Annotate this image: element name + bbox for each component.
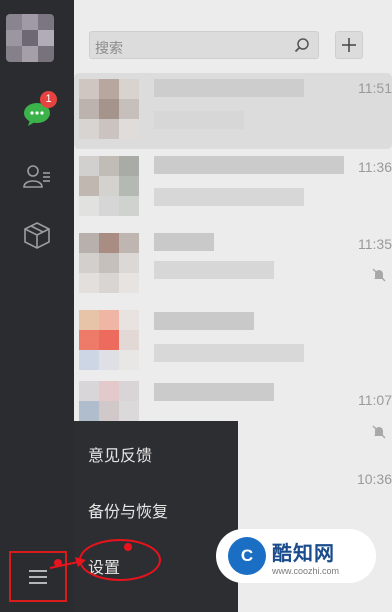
sidebar: 1 — [0, 0, 74, 612]
blurred-message — [154, 111, 244, 129]
blurred-name — [154, 312, 254, 330]
blurred-message — [154, 188, 304, 206]
blurred-message — [154, 261, 274, 279]
logo-url: www.coozhi.com — [272, 565, 340, 576]
mute-icon — [372, 268, 386, 282]
chat-time: 11:07 — [358, 392, 392, 408]
search-icon[interactable] — [294, 37, 310, 53]
watermark-logo: C 酷知网 www.coozhi.com — [216, 529, 376, 583]
plus-icon — [342, 38, 356, 52]
search-placeholder: 搜索 — [95, 40, 123, 56]
chat-row[interactable]: 11:35 — [74, 227, 392, 303]
add-button[interactable] — [335, 31, 363, 59]
chat-time: 11:51 — [358, 80, 392, 96]
blurred-name — [154, 79, 304, 97]
contact-avatar — [79, 79, 139, 139]
logo-name: 酷知网 — [272, 542, 335, 565]
chat-icon[interactable]: 1 — [21, 91, 57, 130]
settings-menu: 意见反馈 备份与恢复 设置 — [74, 421, 238, 612]
blurred-name — [154, 383, 274, 401]
annotation-dot — [124, 543, 132, 551]
chat-row[interactable]: 11:36 — [74, 150, 392, 226]
blurred-message — [154, 344, 304, 362]
search-input[interactable]: 搜索 — [89, 31, 319, 59]
contact-avatar — [79, 310, 139, 370]
mute-icon — [372, 425, 386, 439]
menu-item-feedback[interactable]: 意见反馈 — [88, 442, 152, 466]
contact-avatar — [79, 156, 139, 216]
menu-item-backup[interactable]: 备份与恢复 — [88, 498, 168, 522]
chat-row[interactable]: 11:51 — [74, 73, 392, 149]
arrow-icon — [49, 557, 86, 569]
blurred-name — [154, 233, 214, 251]
chat-row[interactable] — [74, 304, 392, 380]
chat-time: 11:35 — [358, 236, 392, 252]
menu-icon — [29, 569, 47, 584]
blurred-name — [154, 156, 344, 174]
avatar[interactable] — [6, 14, 54, 62]
settings-highlight — [79, 539, 161, 581]
unread-badge: 1 — [40, 91, 57, 108]
contact-avatar — [79, 233, 139, 293]
favorites-icon[interactable] — [21, 219, 53, 251]
chat-time: 11:36 — [358, 159, 392, 175]
chat-time: 10:36 — [356, 471, 392, 487]
contacts-icon[interactable] — [21, 160, 53, 192]
logo-mark: C — [228, 537, 266, 575]
